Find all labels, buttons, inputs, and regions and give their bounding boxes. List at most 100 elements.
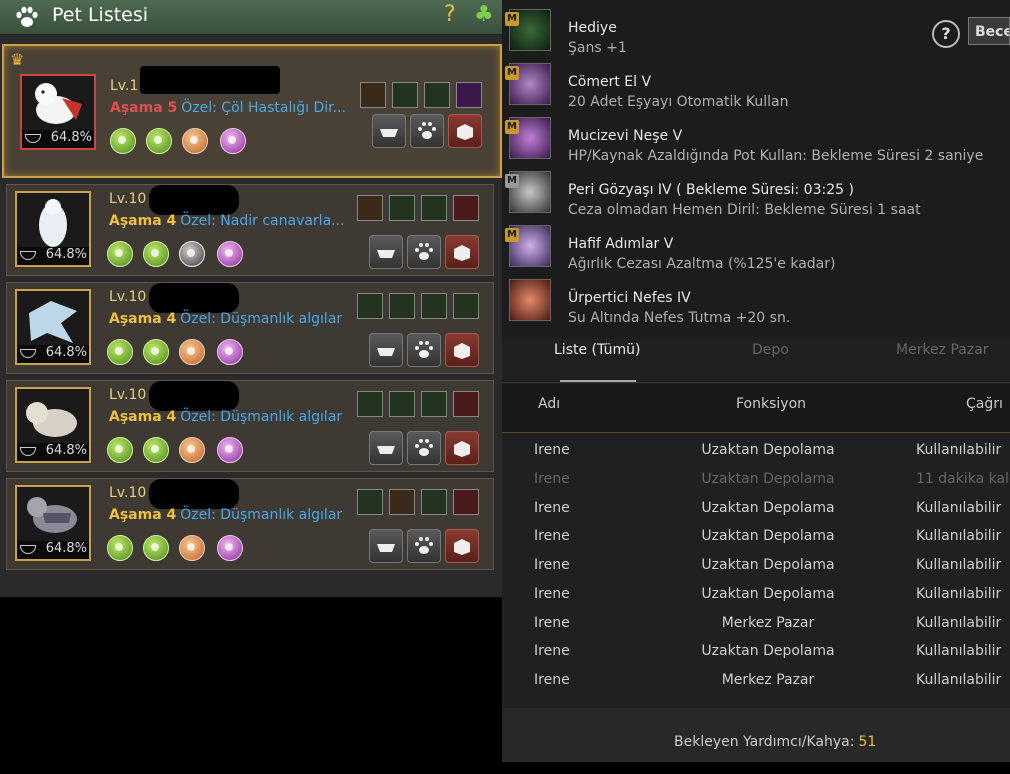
trait-cat-icon[interactable] (107, 535, 133, 561)
skill-clover-icon[interactable] (389, 293, 415, 319)
owl-icon (39, 199, 67, 247)
trait-hand-icon[interactable] (143, 535, 169, 561)
skill-hammer-icon[interactable] (389, 489, 415, 515)
pet-card-3[interactable]: 64.8% Lv.10 Aşama 4 Özel: Düşmanlık algıl… (6, 282, 494, 374)
trait-compass-icon[interactable] (179, 339, 205, 365)
trait-cat-icon[interactable] (107, 339, 133, 365)
pet-action-button[interactable] (407, 431, 441, 465)
pet-level: Lv.10 (109, 289, 147, 305)
pet-portrait[interactable]: 64.8% (15, 191, 91, 267)
skill-hoe-icon[interactable] (389, 195, 415, 221)
pet-card-4[interactable]: 64.8% Lv.10 Aşama 4 Özel: Düşmanlık algıl… (6, 380, 494, 472)
pet-card-5[interactable]: 64.8% Lv.10 Aşama 4 Özel: Düşmanlık algıl… (6, 478, 494, 570)
pet-action-button[interactable] (407, 235, 441, 269)
skill-radar-icon[interactable] (424, 82, 450, 108)
redacted-pet-name (149, 479, 239, 509)
skill-wheat-icon[interactable] (421, 195, 447, 221)
seal-button[interactable] (445, 431, 479, 465)
trait-hand-icon[interactable] (146, 128, 172, 154)
skill-target-icon[interactable] (453, 293, 479, 319)
skill-radar-icon[interactable] (389, 391, 415, 417)
pet-action-button[interactable] (410, 114, 444, 148)
feed-button[interactable] (369, 235, 403, 269)
pet-card-2[interactable]: 64.8% Lv.10 Aşama 4 Özel: Nadir canavarla… (6, 184, 494, 276)
trait-hand-icon[interactable] (143, 241, 169, 267)
trait-compass-icon[interactable] (182, 128, 208, 154)
pet-portrait[interactable]: 64.8% (15, 485, 91, 561)
redacted-pet-name (149, 283, 239, 313)
pet-card-1[interactable]: ♛ 64.8% Lv.1 Aşama 5 Özel: Çöl Hastalığı … (2, 44, 502, 178)
trait-cat-icon[interactable] (110, 128, 136, 154)
skill-row[interactable]: M Mucizevi Neşe V HP/Kaynak Azaldığında … (502, 108, 1002, 164)
box-icon (454, 343, 470, 359)
skill-clover-icon[interactable] (421, 489, 447, 515)
seal-button[interactable] (445, 529, 479, 563)
skill-pickaxe-icon[interactable] (392, 82, 418, 108)
paw-icon (415, 439, 433, 456)
pet-stage-line: Aşama 4 Özel: Düşmanlık algılar (109, 507, 343, 523)
table-row[interactable]: Irene Merkez Pazar Kullanılabilir (502, 615, 1010, 644)
skill-wheat-icon[interactable] (357, 293, 383, 319)
seal-button[interactable] (445, 333, 479, 367)
table-row[interactable]: Irene Uzaktan Depolama Kullanılabilir (502, 528, 1010, 557)
trait-compass-icon[interactable] (179, 535, 205, 561)
skill-arrow-up-icon[interactable] (453, 391, 479, 417)
skill-wing-icon[interactable] (421, 391, 447, 417)
table-row[interactable]: IreneUzaktan Depolama11 dakika kaldı (502, 471, 1010, 500)
help-icon[interactable]: ? (444, 2, 456, 27)
skill-wheat-icon[interactable] (357, 489, 383, 515)
skill-potion-icon[interactable] (456, 82, 482, 108)
column-header-call[interactable]: Çağrı (966, 396, 1003, 412)
table-row[interactable]: Irene Uzaktan Depolama Kullanılabilir (502, 586, 1010, 615)
pet-action-button[interactable] (407, 529, 441, 563)
table-row[interactable]: Irene Merkez Pazar Kullanılabilir (502, 672, 1010, 701)
tab-warehouse[interactable]: Depo (752, 342, 789, 358)
feed-button[interactable] (369, 529, 403, 563)
skill-row[interactable]: Ürpertici Nefes IV Su Altında Nefes Tutm… (502, 270, 1002, 326)
trait-potion-icon[interactable] (217, 339, 243, 365)
pet-portrait[interactable]: 64.8% (15, 387, 91, 463)
seal-button[interactable] (445, 235, 479, 269)
skill-row[interactable]: M Cömert El V 20 Adet Eşyayı Otomatik Ku… (502, 54, 1002, 110)
table-row[interactable]: Irene Uzaktan Depolama Kullanılabilir (502, 643, 1010, 672)
skill-row[interactable]: M Hediye Şans +1 (502, 0, 1002, 56)
trait-cat-icon[interactable] (107, 437, 133, 463)
column-header-name[interactable]: Adı (538, 396, 560, 412)
bowl-icon (25, 134, 41, 143)
seal-button[interactable] (448, 114, 482, 148)
pet-portrait[interactable]: 64.8% (15, 289, 91, 365)
pet-portrait[interactable]: 64.8% (20, 74, 96, 150)
pet-stage-line: Aşama 4 Özel: Düşmanlık algılar (109, 311, 343, 327)
pet-action-button[interactable] (407, 333, 441, 367)
table-row[interactable]: Irene Uzaktan Depolama Kullanılabilir (502, 442, 1010, 471)
trait-hand-icon[interactable] (143, 437, 169, 463)
tab-list-all[interactable]: Liste (Tümü) (554, 342, 640, 358)
skill-wheat-icon[interactable] (357, 391, 383, 417)
trait-hand-icon[interactable] (143, 339, 169, 365)
feed-level: 64.8% (17, 247, 89, 265)
feed-button[interactable] (369, 431, 403, 465)
trait-compass-icon[interactable] (179, 437, 205, 463)
column-header-function[interactable]: Fonksiyon (736, 396, 806, 412)
skill-row[interactable]: M Peri Gözyaşı IV ( Bekleme Süresi: 03:2… (502, 162, 1002, 218)
feed-button[interactable] (372, 114, 406, 148)
trait-compass-icon[interactable] (179, 241, 205, 267)
table-row[interactable]: Irene Uzaktan Depolama Kullanılabilir (502, 557, 1010, 586)
trait-potion-icon[interactable] (220, 128, 246, 154)
skill-radar-icon[interactable] (421, 293, 447, 319)
feed-level: 64.8% (22, 130, 94, 148)
skill-arrow-up-icon[interactable] (453, 489, 479, 515)
skill-horse-icon[interactable] (357, 195, 383, 221)
redacted-pet-name (149, 381, 239, 411)
feed-button[interactable] (369, 333, 403, 367)
table-row[interactable]: Irene Uzaktan Depolama Kullanılabilir (502, 500, 1010, 529)
trait-potion-icon[interactable] (217, 437, 243, 463)
clover-icon[interactable]: ♣ (474, 2, 494, 27)
trait-cat-icon[interactable] (107, 241, 133, 267)
skill-clock-icon[interactable] (453, 195, 479, 221)
tab-central-market[interactable]: Merkez Pazar (896, 342, 989, 358)
skill-chess-icon[interactable] (360, 82, 386, 108)
trait-potion-icon[interactable] (217, 535, 243, 561)
skill-row[interactable]: M Hafif Adımlar V Ağırlık Cezası Azaltma… (502, 216, 1002, 272)
trait-potion-icon[interactable] (217, 241, 243, 267)
